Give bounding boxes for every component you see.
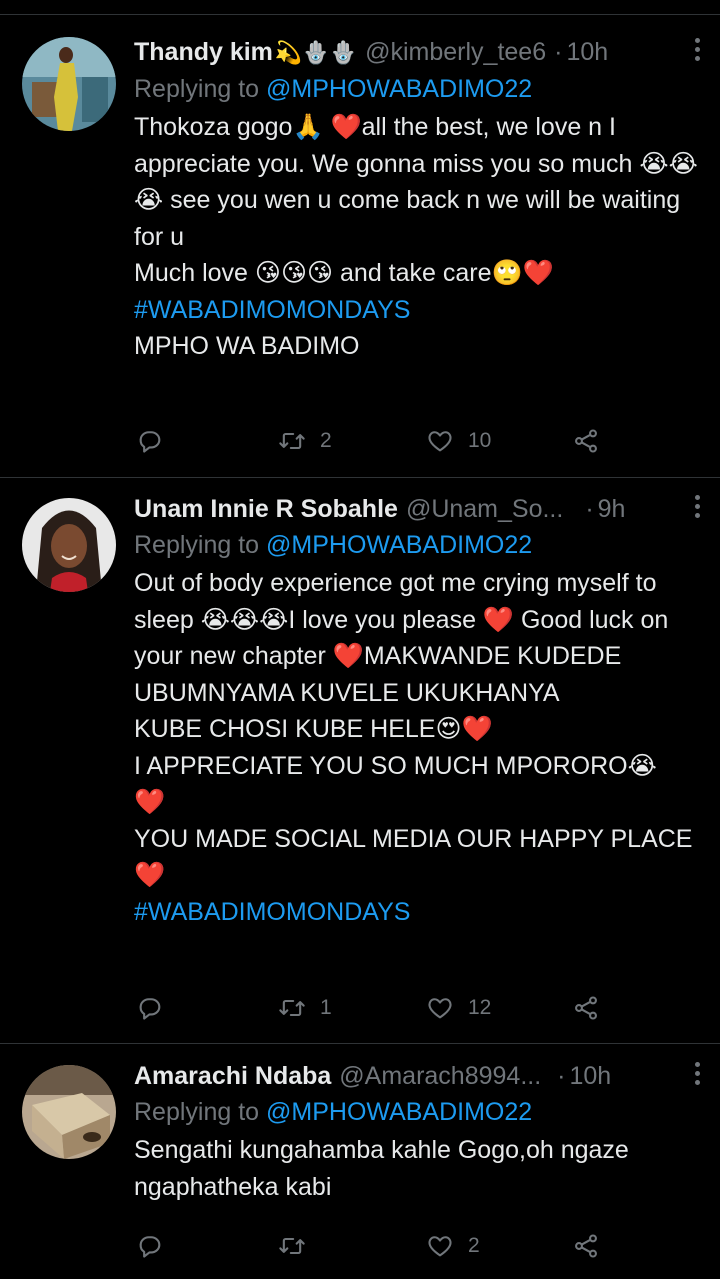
- replying-to: Replying to @MPHOWABADIMO22: [134, 71, 700, 107]
- avatar[interactable]: [22, 37, 116, 131]
- retweet-icon: [279, 432, 305, 450]
- retweet-count: 1: [320, 996, 332, 1019]
- like-count: 10: [468, 429, 492, 452]
- retweet-icon: [279, 1237, 305, 1255]
- like-count: 12: [468, 996, 492, 1019]
- tweet-3[interactable]: Amarachi Ndaba @Amarach8994... · 10h Rep…: [0, 1044, 720, 1279]
- separator-dot: ·: [554, 38, 563, 66]
- handle[interactable]: @Amarach8994...: [339, 1058, 541, 1094]
- share-icon: [575, 1234, 597, 1258]
- timestamp[interactable]: 10h: [566, 34, 608, 70]
- more-options-icon[interactable]: [695, 1058, 700, 1089]
- reply-icon: [139, 431, 161, 453]
- replying-to: Replying to @MPHOWABADIMO22: [134, 1094, 700, 1130]
- display-name[interactable]: Thandy kim: [134, 34, 273, 70]
- timestamp[interactable]: 9h: [598, 491, 626, 527]
- retweet-count: 2: [320, 429, 332, 452]
- hashtag-link[interactable]: #WABADIMOMONDAYS: [134, 894, 700, 931]
- timestamp[interactable]: 10h: [570, 1058, 612, 1094]
- display-name[interactable]: Unam Innie R Sobahle: [134, 491, 398, 527]
- separator-dot: ·: [557, 1062, 566, 1090]
- replying-prefix: Replying to: [134, 75, 260, 103]
- like-icon: [428, 1236, 452, 1257]
- like-count: 2: [468, 1234, 480, 1257]
- share-button[interactable]: [572, 992, 600, 1024]
- hashtag-link[interactable]: #WABADIMOMONDAYS: [134, 292, 700, 329]
- reply-button[interactable]: [136, 992, 164, 1024]
- handle[interactable]: @Unam_So...: [406, 491, 563, 527]
- reply-button[interactable]: [136, 425, 164, 457]
- tweet-text: Sengathi kungahamba kahle Gogo,oh ngaze …: [134, 1136, 636, 1201]
- replying-to: Replying to @MPHOWABADIMO22: [134, 527, 700, 563]
- separator-dot: ·: [585, 495, 594, 523]
- like-button[interactable]: 2: [426, 1230, 480, 1262]
- name-emojis: 💫🪬🪬: [274, 40, 358, 65]
- like-icon: [428, 431, 452, 452]
- retweet-button[interactable]: 1: [278, 992, 332, 1024]
- mention-link[interactable]: @MPHOWABADIMO22: [266, 1098, 532, 1126]
- retweet-icon: [279, 999, 305, 1017]
- tweet-2[interactable]: Unam Innie R Sobahle @Unam_So... · 9h Re…: [0, 478, 720, 1044]
- retweet-button[interactable]: [278, 1230, 306, 1262]
- share-icon: [575, 996, 597, 1020]
- tweet-text: Out of body experience got me crying mys…: [134, 569, 693, 889]
- retweet-button[interactable]: 2: [278, 425, 332, 457]
- mention-link[interactable]: @MPHOWABADIMO22: [266, 531, 532, 559]
- share-button[interactable]: [572, 1230, 600, 1262]
- share-icon: [575, 429, 597, 453]
- reply-feed: Thandy kim 💫🪬🪬 @kimberly_tee6 · 10h Repl…: [0, 0, 720, 1279]
- replying-prefix: Replying to: [134, 1098, 260, 1126]
- avatar[interactable]: [22, 498, 116, 592]
- replying-prefix: Replying to: [134, 531, 260, 559]
- reply-icon: [139, 998, 161, 1020]
- share-button[interactable]: [572, 425, 600, 457]
- like-icon: [428, 998, 452, 1019]
- tweet-text-continued: MPHO WA BADIMO: [134, 332, 360, 360]
- more-options-icon[interactable]: [695, 34, 700, 65]
- avatar[interactable]: [22, 1065, 116, 1159]
- handle[interactable]: @kimberly_tee6: [365, 34, 546, 70]
- like-button[interactable]: 10: [426, 425, 491, 457]
- tweet-1[interactable]: Thandy kim 💫🪬🪬 @kimberly_tee6 · 10h Repl…: [0, 0, 720, 478]
- mention-link[interactable]: @MPHOWABADIMO22: [266, 75, 532, 103]
- like-button[interactable]: 12: [426, 992, 491, 1024]
- display-name[interactable]: Amarachi Ndaba: [134, 1058, 331, 1094]
- reply-icon: [139, 1236, 161, 1258]
- more-options-icon[interactable]: [695, 491, 700, 522]
- reply-button[interactable]: [136, 1230, 164, 1262]
- tweet-text: Thokoza gogo🙏 ❤️all the best, we love n …: [134, 113, 698, 287]
